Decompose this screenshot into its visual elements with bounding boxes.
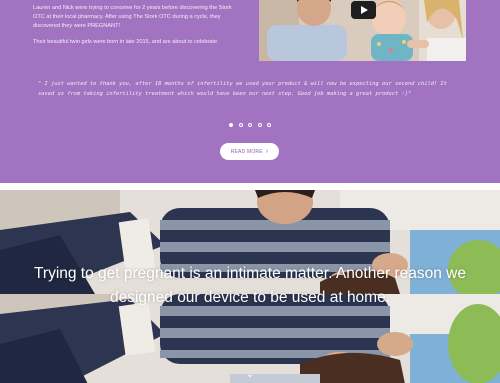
hero-section: Trying to get pregnant is an intimate ma… bbox=[0, 190, 500, 383]
chevron-down-icon[interactable]: ⌄ bbox=[243, 370, 257, 380]
carousel-dot-1[interactable] bbox=[229, 123, 233, 127]
hero-headline-line: Trying to get pregnant is an intimate ma… bbox=[34, 265, 466, 282]
story-text: Lauren and Nick were trying to conceive … bbox=[33, 4, 241, 53]
story-paragraph: Lauren and Nick were trying to conceive … bbox=[33, 5, 232, 30]
section-divider bbox=[0, 183, 500, 190]
carousel-dot-2[interactable] bbox=[238, 123, 243, 127]
testimonial-quote: " I just wanted to thank you, after 18 m… bbox=[38, 81, 447, 97]
testimonial-section: Lauren and Nick were trying to conceive … bbox=[0, 0, 500, 183]
carousel-dots bbox=[229, 123, 271, 129]
hero-headline-line: designed our device to be used at home. bbox=[109, 289, 391, 306]
carousel-dot-3[interactable] bbox=[248, 123, 252, 127]
video-thumbnail[interactable] bbox=[259, 0, 466, 61]
youtube-play-icon bbox=[361, 6, 368, 14]
carousel-dot-5[interactable] bbox=[267, 123, 271, 127]
story-paragraph: Their beautiful twin girls were born in … bbox=[33, 38, 218, 45]
chevron-right-icon: › bbox=[265, 148, 269, 155]
carousel-dot-4[interactable] bbox=[257, 123, 262, 127]
read-more-label: READ MORE bbox=[230, 148, 263, 155]
read-more-button[interactable]: READ MORE › bbox=[220, 143, 279, 160]
play-button[interactable] bbox=[351, 1, 376, 19]
hero-headline: Trying to get pregnant is an intimate ma… bbox=[0, 262, 500, 310]
